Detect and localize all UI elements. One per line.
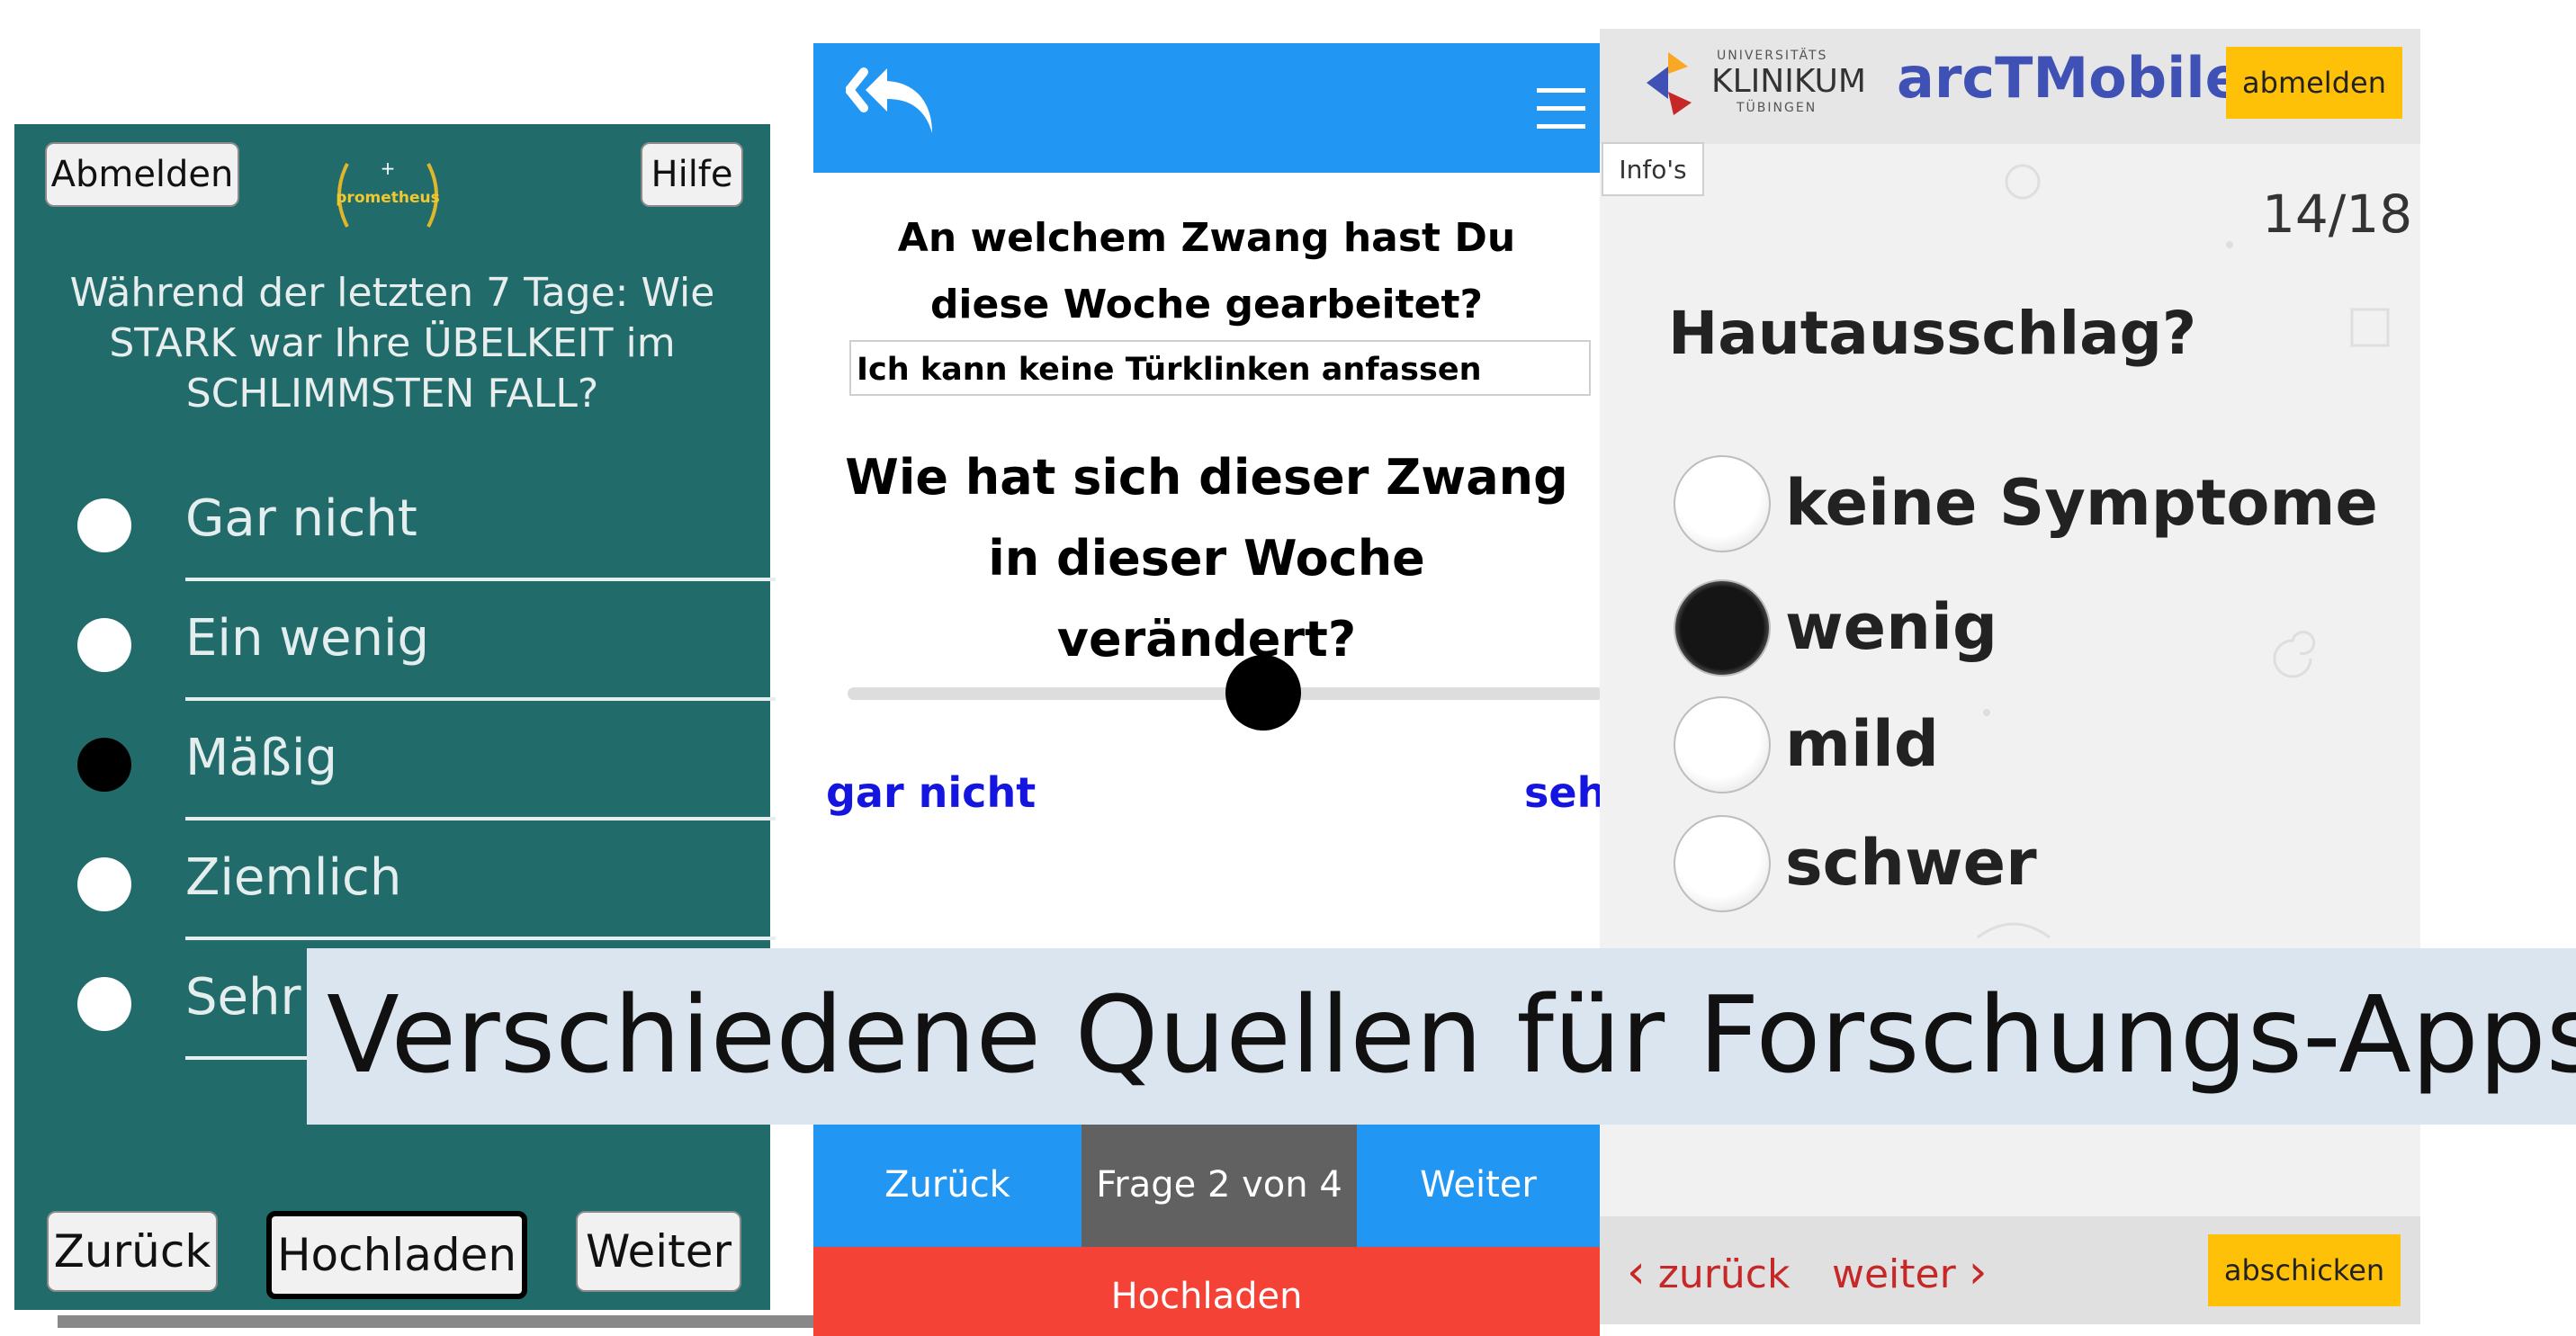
option-label: mild (1785, 707, 1940, 781)
logout-button[interactable]: abmelden (2226, 47, 2402, 119)
back-button[interactable]: Zurück (813, 1123, 1082, 1247)
app-title: arcTMobile (1897, 45, 2243, 111)
prometheus-app-panel: Abmelden + prometheus Hilfe Während der … (14, 124, 776, 1310)
slider-knob[interactable] (1225, 655, 1301, 731)
radio-button[interactable] (1674, 455, 1771, 552)
back-label: zurück (1657, 1251, 1791, 1297)
radio-button[interactable] (77, 618, 131, 672)
caption-banner: Verschiedene Quellen für Forschungs-Apps (307, 948, 2576, 1125)
question-text: Während der letzten 7 Tage: Wie STARK wa… (69, 270, 715, 417)
slider-track[interactable] (848, 687, 1600, 700)
back-link[interactable]: ‹ zurück (1627, 1245, 1790, 1299)
chevron-left-icon: ‹ (1627, 1245, 1646, 1299)
option-label: Sehr (185, 968, 301, 1027)
option-label: Ziemlich (185, 848, 402, 907)
submit-button[interactable]: abschicken (2208, 1234, 2401, 1306)
reply-all-icon[interactable] (845, 63, 945, 157)
option-keine-symptome[interactable]: keine Symptome (1674, 455, 2393, 563)
question-2: Wie hat sich dieser Zwang in dieser Woch… (845, 449, 1568, 668)
radio-button-selected[interactable] (1674, 579, 1771, 677)
compulsion-app-panel: An welchem Zwang hast Du diese Woche gea… (813, 43, 1600, 1336)
slider-low-label: gar nicht (826, 768, 1037, 817)
radio-button[interactable] (1674, 815, 1771, 912)
next-link[interactable]: weiter › (1832, 1245, 1988, 1299)
divider (185, 697, 776, 701)
question-text: Hautausschlag? (1668, 299, 2197, 368)
app-header: UNIVERSITÄTS KLINIKUM TÜBINGEN arcTMobil… (1600, 29, 2420, 144)
radio-button[interactable] (77, 498, 131, 552)
question-1: An welchem Zwang hast Du diese Woche gea… (897, 215, 1516, 327)
answer-field[interactable]: Ich kann keine Türklinken anfassen (849, 340, 1591, 396)
option-wenig[interactable]: wenig (1674, 579, 2393, 687)
option-label: keine Symptome (1785, 466, 2378, 540)
caption-text: Verschiedene Quellen für Forschungs-Apps (327, 973, 2576, 1097)
divider (185, 937, 776, 940)
klinikum-logo-icon (1647, 52, 1692, 115)
logo-line-2: KLINIKUM (1711, 63, 1866, 100)
svg-text:+: + (381, 157, 396, 179)
chevron-right-icon: › (1968, 1245, 1988, 1299)
option-ein-wenig[interactable]: Ein wenig (77, 593, 776, 713)
next-button[interactable]: Weiter (576, 1211, 741, 1292)
panel-shadow (58, 1315, 813, 1328)
divider (185, 578, 776, 581)
option-maessig[interactable]: Mäßig (77, 713, 776, 832)
next-label: weiter (1832, 1251, 1956, 1297)
logo-line-1: UNIVERSITÄTS (1717, 49, 1828, 63)
divider (185, 817, 776, 820)
hamburger-menu-icon[interactable] (1537, 86, 1585, 135)
upload-button[interactable]: Hochladen (266, 1211, 527, 1299)
option-label: Gar nicht (185, 489, 417, 548)
slider-high-label: sehr (1524, 768, 1600, 817)
logo-text: prometheus (336, 189, 440, 207)
option-label: schwer (1785, 826, 2037, 900)
upload-button[interactable]: Hochladen (813, 1247, 1600, 1336)
help-button[interactable]: Hilfe (641, 142, 743, 207)
radio-button[interactable] (1674, 696, 1771, 794)
option-label: Mäßig (185, 729, 338, 787)
question-counter: 14/18 (2262, 184, 2413, 245)
infos-button[interactable]: Info's (1602, 142, 1704, 196)
progress-label: Frage 2 von 4 (1082, 1123, 1357, 1247)
radio-button[interactable] (77, 977, 131, 1031)
option-label: wenig (1785, 590, 1998, 664)
option-label: Ein wenig (185, 609, 430, 668)
back-button[interactable]: Zurück (47, 1211, 218, 1292)
app-header (813, 43, 1600, 173)
logo-line-3: TÜBINGEN (1737, 101, 1818, 115)
option-gar-nicht[interactable]: Gar nicht (77, 473, 776, 593)
prometheus-logo: + prometheus (329, 155, 446, 236)
logout-button[interactable]: Abmelden (45, 142, 239, 207)
radio-button[interactable] (77, 857, 131, 911)
arctmobile-app-panel: UNIVERSITÄTS KLINIKUM TÜBINGEN arcTMobil… (1600, 29, 2420, 1324)
option-mild[interactable]: mild (1674, 696, 2393, 804)
radio-button-selected[interactable] (77, 738, 131, 792)
option-ziemlich[interactable]: Ziemlich (77, 832, 776, 952)
next-button[interactable]: Weiter (1357, 1123, 1600, 1247)
option-schwer[interactable]: schwer (1674, 815, 2393, 923)
